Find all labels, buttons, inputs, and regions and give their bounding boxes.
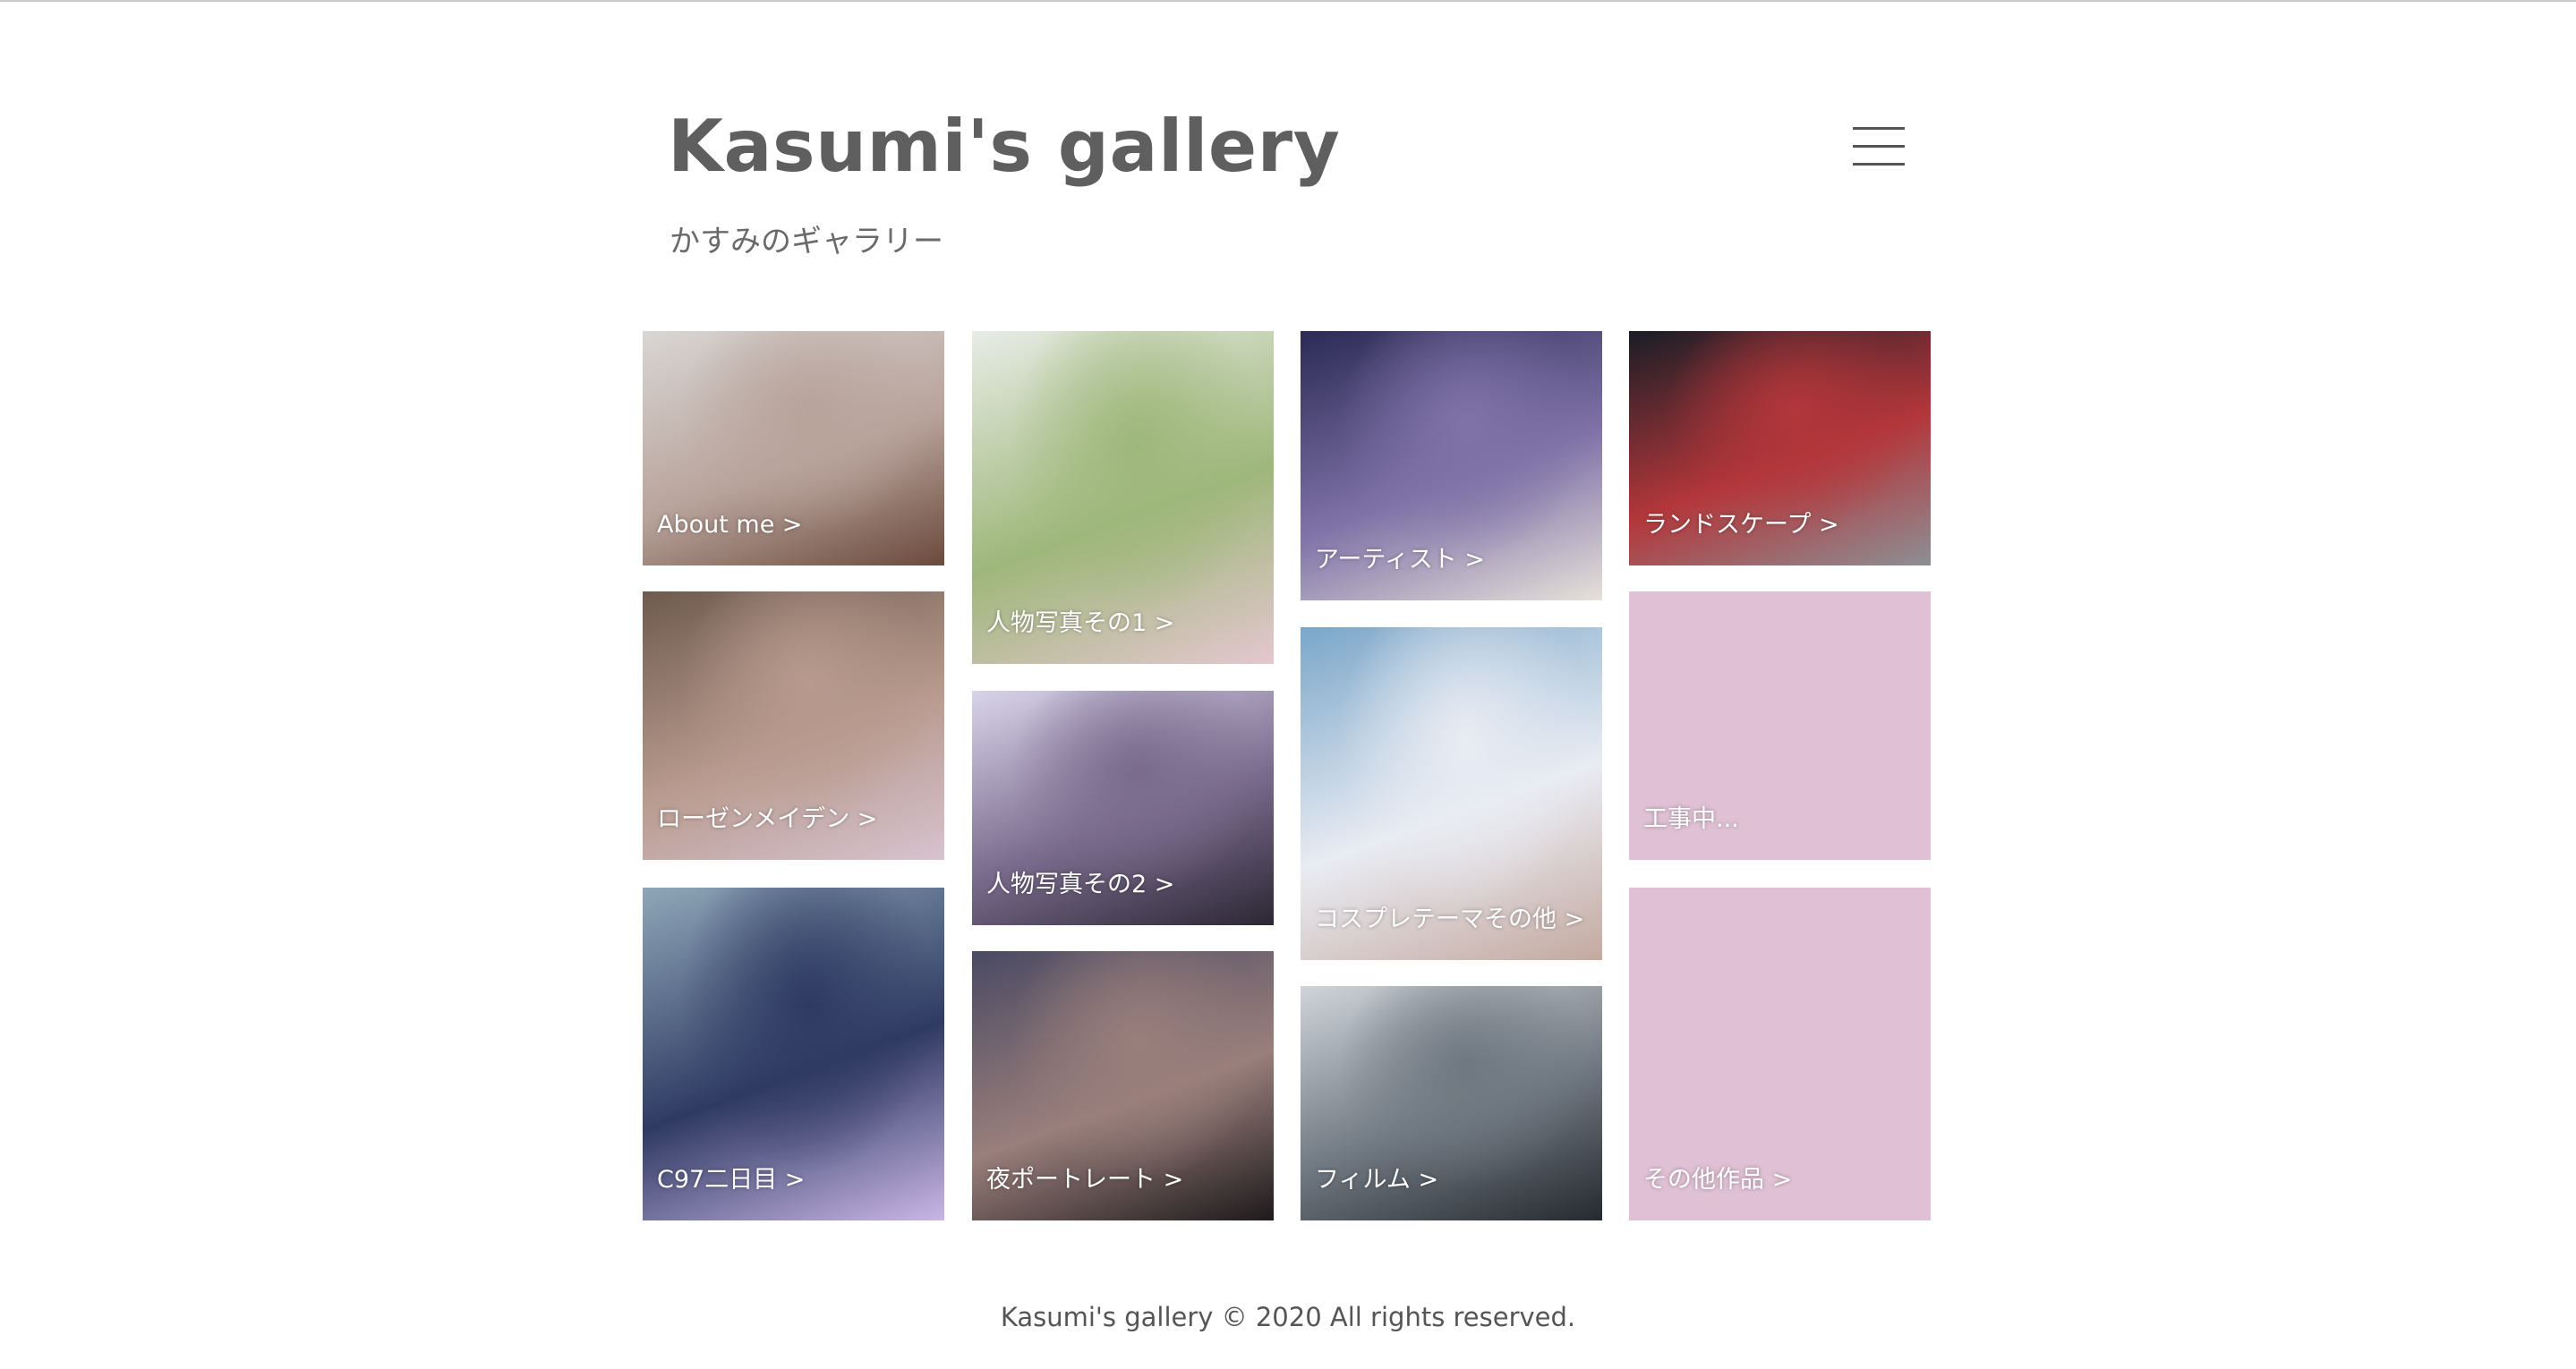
gallery-tile-portrait-1[interactable]: 人物写真その1 > (972, 331, 1274, 664)
tile-label: C97二日目 > (657, 1166, 806, 1194)
tile-label: ローゼンメイデン > (657, 805, 878, 833)
menu-bar-top (1853, 127, 1905, 130)
tile-label: About me > (657, 511, 803, 539)
gallery-tile-night-portrait[interactable]: 夜ポートレート > (972, 951, 1274, 1220)
site-subtitle: かすみのギャラリー (670, 224, 943, 259)
menu-bar-bottom (1853, 163, 1905, 166)
tile-label: アーティスト > (1315, 546, 1485, 574)
top-border (0, 0, 2576, 2)
tile-label: その他作品 > (1643, 1166, 1793, 1194)
tile-label: コスプレテーマその他 > (1315, 906, 1585, 933)
tile-label: 工事中... (1643, 805, 1739, 833)
gallery-tile-c97-day2[interactable]: C97二日目 > (643, 888, 944, 1220)
gallery-tile-landscape[interactable]: ランドスケープ > (1629, 331, 1931, 565)
gallery-tile-rozen-maiden[interactable]: ローゼンメイデン > (643, 591, 944, 860)
tile-label: 人物写真その1 > (986, 609, 1175, 637)
gallery-tile-other-works[interactable]: その他作品 > (1629, 888, 1931, 1220)
footer-copyright: Kasumi's gallery © 2020 All rights reser… (1000, 1302, 1576, 1332)
tile-label: ランドスケープ > (1643, 511, 1839, 539)
tile-label: 人物写真その2 > (986, 871, 1175, 898)
gallery-tile-film[interactable]: フィルム > (1301, 986, 1602, 1220)
gallery-tile-cosplay-theme-other[interactable]: コスプレテーマその他 > (1301, 627, 1602, 960)
site-title[interactable]: Kasumi's gallery (668, 100, 1340, 193)
gallery-tile-artist[interactable]: アーティスト > (1301, 331, 1602, 600)
gallery-tile-portrait-2[interactable]: 人物写真その2 > (972, 691, 1274, 925)
hamburger-menu-icon[interactable] (1853, 123, 1908, 170)
gallery-tile-about-me[interactable]: About me > (643, 331, 944, 565)
tile-label: 夜ポートレート > (986, 1166, 1184, 1194)
gallery-tile-under-construction[interactable]: 工事中... (1629, 591, 1931, 860)
tile-label: フィルム > (1315, 1166, 1439, 1194)
menu-bar-middle (1853, 145, 1905, 148)
